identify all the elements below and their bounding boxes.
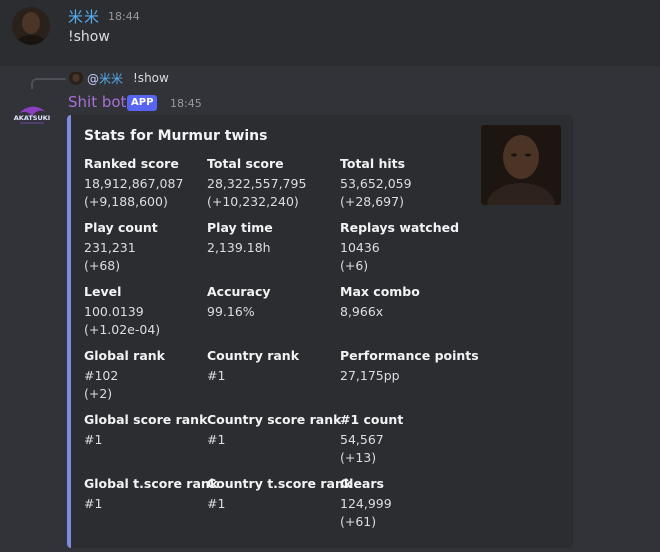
- reply-at-sign: @: [87, 72, 99, 86]
- field-value: 8,966x: [340, 304, 384, 319]
- embed-field: Performance points 27,175pp: [340, 347, 479, 385]
- field-value: 27,175pp: [340, 368, 400, 383]
- field-value: #1: [207, 432, 226, 447]
- embed-field: Replays watched 10436 (+6): [340, 219, 459, 275]
- user-avatar[interactable]: [12, 7, 50, 45]
- field-value: (+6): [340, 258, 369, 273]
- field-name: Level: [84, 284, 122, 299]
- field-value: 54,567: [340, 432, 384, 447]
- embed-field: Level 100.0139 (+1.02e-04): [84, 283, 160, 339]
- field-value: (+68): [84, 258, 121, 273]
- embed-field: Total hits 53,652,059 (+28,697): [340, 155, 412, 211]
- embed-field: Clears 124,999 (+61): [340, 475, 392, 531]
- embed-field: Global score rank #1: [84, 411, 207, 449]
- field-value: 2,139.18h: [207, 240, 271, 255]
- field-value: 99.16%: [207, 304, 255, 319]
- stats-embed: Stats for Murmur twins Ranked score 18,91…: [67, 115, 573, 548]
- field-name: Replays watched: [340, 220, 460, 235]
- embed-field: Ranked score 18,912,867,087 (+9,188,600): [84, 155, 183, 211]
- field-value: (+61): [340, 514, 377, 529]
- field-value: 28,322,557,795: [207, 176, 307, 191]
- field-name: Country score rank: [207, 412, 342, 427]
- embed-field: Total score 28,322,557,795 (+10,232,240): [207, 155, 306, 211]
- field-value: (+1.02e-04): [84, 322, 161, 337]
- field-value: #1: [207, 496, 226, 511]
- field-name: Performance points: [340, 348, 479, 363]
- field-value: (+10,232,240): [207, 194, 299, 209]
- message-timestamp: 18:44: [108, 10, 140, 23]
- field-name: Ranked score: [84, 156, 179, 171]
- field-name: Max combo: [340, 284, 420, 299]
- field-value: (+9,188,600): [84, 194, 168, 209]
- embed-thumbnail[interactable]: [481, 125, 561, 205]
- field-value: #1: [84, 496, 103, 511]
- field-value: (+2): [84, 386, 113, 401]
- field-name: Total hits: [340, 156, 406, 171]
- field-value: 18,912,867,087: [84, 176, 184, 191]
- bot-name[interactable]: Shit bot: [68, 93, 126, 111]
- reply-username: 米米: [99, 72, 124, 86]
- field-value: 231,231: [84, 240, 136, 255]
- field-value: #1: [84, 432, 103, 447]
- field-value: 124,999: [340, 496, 392, 511]
- embed-field: Play time 2,139.18h: [207, 219, 273, 257]
- field-value: #102: [84, 368, 119, 383]
- embed-field: Play count 231,231 (+68): [84, 219, 158, 275]
- field-name: Country rank: [207, 348, 300, 363]
- embed-field: Country t.score rank #1: [207, 475, 352, 513]
- field-name: Play count: [84, 220, 158, 235]
- field-value: 100.0139: [84, 304, 144, 319]
- reply-preview[interactable]: !show: [133, 71, 169, 85]
- embed-title: Stats for Murmur twins: [84, 128, 268, 144]
- field-name: Global score rank: [84, 412, 208, 427]
- bot-logo-text: AKATSUKI: [14, 114, 50, 122]
- field-name: Country t.score rank: [207, 476, 353, 491]
- field-value: #1: [207, 368, 226, 383]
- message-content: !show: [68, 29, 110, 45]
- reply-spine: [31, 78, 66, 89]
- reply-mention[interactable]: @米米: [87, 70, 123, 87]
- field-value: (+13): [340, 450, 377, 465]
- reply-avatar[interactable]: [69, 71, 83, 85]
- field-name: Clears: [340, 476, 384, 491]
- field-name: Accuracy: [207, 284, 271, 299]
- field-name: Play time: [207, 220, 273, 235]
- field-name: Total score: [207, 156, 284, 171]
- field-name: #1 count: [340, 412, 404, 427]
- message-user[interactable]: 米米 18:44 !show: [0, 0, 660, 66]
- discord-chat: 米米 18:44 !show @米米 !show AKATSUKI Shit b…: [0, 0, 660, 552]
- bot-avatar[interactable]: AKATSUKI: [12, 96, 52, 136]
- app-badge: APP: [127, 95, 158, 111]
- field-value: 10436: [340, 240, 380, 255]
- field-value: 53,652,059: [340, 176, 412, 191]
- field-name: Global t.score rank: [84, 476, 219, 491]
- field-value: (+28,697): [340, 194, 404, 209]
- embed-field: Country score rank #1: [207, 411, 341, 449]
- embed-field: Country rank #1: [207, 347, 299, 385]
- embed-field: #1 count 54,567 (+13): [340, 411, 403, 467]
- embed-field: Global t.score rank #1: [84, 475, 218, 513]
- embed-field: Global rank #102 (+2): [84, 347, 165, 403]
- username[interactable]: 米米: [68, 6, 100, 27]
- embed-field: Max combo 8,966x: [340, 283, 420, 321]
- field-name: Global rank: [84, 348, 165, 363]
- embed-field: Accuracy 99.16%: [207, 283, 271, 321]
- bot-timestamp: 18:45: [170, 97, 202, 110]
